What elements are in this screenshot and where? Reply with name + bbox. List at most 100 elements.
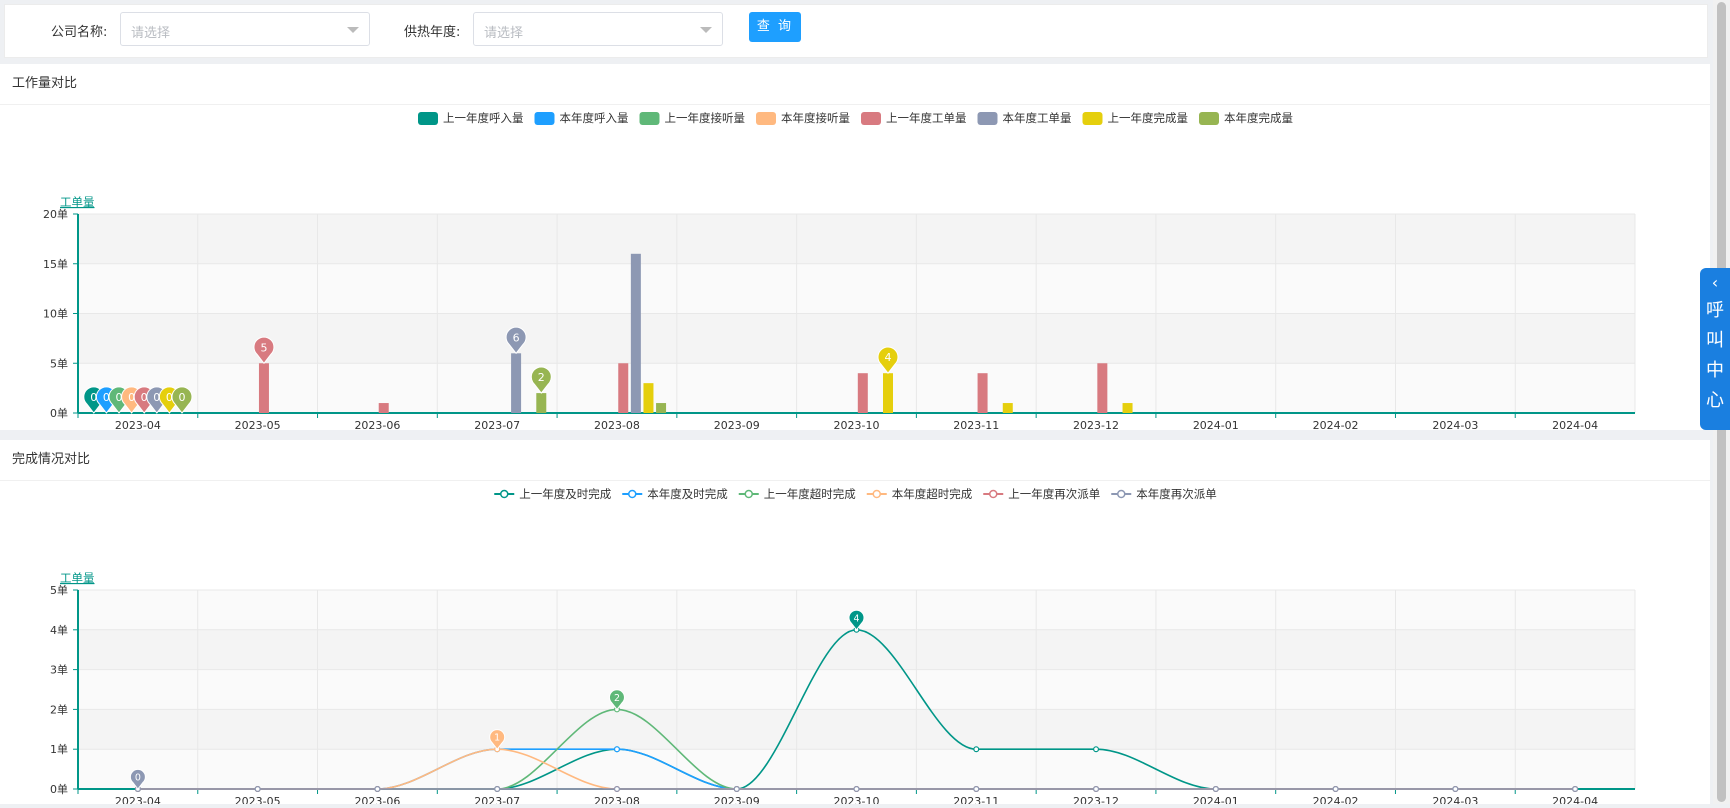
legend-label: 本年度呼入量 bbox=[560, 111, 629, 125]
data-label: 0 bbox=[178, 391, 185, 404]
y-tick-label: 10单 bbox=[43, 308, 68, 321]
x-tick-label: 2023-07 bbox=[474, 795, 520, 804]
y-tick-label: 4单 bbox=[50, 624, 68, 637]
chevron-down-icon bbox=[347, 27, 359, 33]
legend-label: 本年度再次派单 bbox=[1136, 487, 1217, 501]
year-placeholder: 请选择 bbox=[484, 26, 524, 41]
y-tick-label: 0单 bbox=[50, 783, 68, 796]
x-tick-label: 2023-09 bbox=[714, 795, 760, 804]
grid-band bbox=[78, 363, 1635, 413]
legend-label: 上一年度完成量 bbox=[1108, 111, 1189, 125]
bar bbox=[630, 253, 641, 413]
y-tick-label: 1单 bbox=[50, 743, 68, 756]
grid-band bbox=[78, 313, 1635, 364]
y-tick-label: 0单 bbox=[50, 407, 68, 420]
grid-band bbox=[78, 749, 1635, 789]
bar bbox=[1097, 363, 1108, 413]
x-tick-label: 2024-03 bbox=[1432, 795, 1478, 804]
legend-label: 本年度工单量 bbox=[1003, 111, 1072, 125]
legend-swatch bbox=[639, 112, 660, 125]
data-point bbox=[1212, 786, 1219, 793]
legend-marker bbox=[744, 489, 753, 499]
call-center-label: 呼 叫 中 心 bbox=[1706, 300, 1724, 411]
legend-label: 本年度超时完成 bbox=[892, 487, 973, 501]
legend-label: 上一年度工单量 bbox=[886, 111, 967, 125]
data-label: 2 bbox=[538, 371, 545, 384]
legend-swatch bbox=[756, 112, 776, 125]
y-tick-label: 2单 bbox=[50, 703, 68, 716]
completion-chart: 0单 1单 2单 3单 4单 5单工单量 2023-04 2023-05 2023-06 2023… bbox=[50, 487, 1636, 808]
legend-label: 上一年度接听量 bbox=[665, 111, 746, 125]
legend-marker bbox=[628, 489, 637, 499]
data-point bbox=[1332, 786, 1339, 793]
y-tick-label: 5单 bbox=[50, 584, 68, 597]
year-select[interactable]: 请选择 bbox=[473, 12, 723, 46]
data-label: 1 bbox=[494, 733, 500, 744]
x-tick-label: 2023-11 bbox=[953, 419, 999, 430]
bar bbox=[643, 383, 654, 413]
x-tick-label: 2024-03 bbox=[1432, 419, 1478, 430]
x-tick-label: 2024-02 bbox=[1313, 795, 1359, 804]
legend-label: 本年度完成量 bbox=[1224, 111, 1293, 125]
chevron-down-icon bbox=[700, 27, 712, 33]
bar bbox=[378, 403, 389, 413]
x-tick-label: 2023-06 bbox=[354, 795, 400, 804]
x-tick-label: 2023-08 bbox=[594, 419, 640, 430]
company-select[interactable]: 请选择 bbox=[120, 12, 370, 46]
x-tick-label: 2023-07 bbox=[474, 419, 520, 430]
bar bbox=[883, 373, 893, 413]
legend-swatch bbox=[534, 112, 555, 125]
x-tick-label: 2024-04 bbox=[1552, 795, 1598, 804]
y-tick-label: 20单 bbox=[43, 208, 68, 221]
legend-label: 本年度及时完成 bbox=[647, 487, 728, 501]
data-point bbox=[494, 786, 501, 793]
legend-swatch bbox=[1199, 112, 1219, 125]
y-tick-label: 3单 bbox=[50, 664, 68, 677]
x-tick-label: 2023-12 bbox=[1073, 795, 1119, 804]
data-point bbox=[613, 786, 620, 793]
grid-band bbox=[78, 669, 1635, 710]
legend-marker bbox=[989, 489, 998, 499]
legend-marker bbox=[1117, 489, 1126, 499]
y-tick-label: 5单 bbox=[50, 357, 68, 370]
x-tick-label: 2023-05 bbox=[235, 419, 281, 430]
legend-marker bbox=[500, 489, 509, 499]
legend-label: 上一年度再次派单 bbox=[1008, 487, 1100, 501]
legend-label: 本年度接听量 bbox=[781, 111, 850, 125]
grid-band bbox=[78, 629, 1635, 670]
data-point bbox=[853, 786, 860, 793]
data-point bbox=[1572, 786, 1579, 793]
call-center-tab[interactable]: ‹ 呼 叫 中 心 bbox=[1700, 268, 1730, 430]
x-tick-label: 2023-11 bbox=[953, 795, 999, 804]
company-label: 公司名称: bbox=[51, 25, 108, 40]
chevron-left-icon: ‹ bbox=[1711, 273, 1719, 292]
data-point bbox=[1093, 786, 1100, 793]
data-point bbox=[973, 786, 980, 793]
x-tick-label: 2023-10 bbox=[834, 419, 880, 430]
workload-chart: 0单5单10单15单20单工单量2023-04 2023-05 2023-06 202… bbox=[43, 111, 1636, 432]
bar bbox=[656, 403, 667, 413]
legend-label: 上一年度及时完成 bbox=[519, 487, 611, 501]
data-label: 2 bbox=[614, 693, 620, 704]
query-button[interactable]: 查 询 bbox=[749, 12, 801, 42]
bar bbox=[977, 373, 988, 413]
y-axis-label: 工单量 bbox=[60, 195, 95, 209]
bar bbox=[511, 353, 522, 413]
grid-band bbox=[78, 214, 1635, 264]
x-tick-label: 2024-02 bbox=[1313, 419, 1359, 430]
y-axis-label: 工单量 bbox=[60, 571, 95, 585]
y-tick-label: 15单 bbox=[43, 258, 68, 271]
completion-panel: 完成情况对比 0单 1单 2单 3单 4单 5单 工单量 2023-04 2023-05 2023… bbox=[0, 440, 1710, 808]
data-label: 6 bbox=[513, 331, 520, 344]
legend-swatch bbox=[1082, 112, 1103, 125]
legend-label: 上一年度超时完成 bbox=[764, 487, 856, 501]
year-label: 供热年度: bbox=[404, 25, 461, 40]
filter-bar: 公司名称: 请选择 供热年度: 请选择 查 询 bbox=[4, 4, 1708, 58]
data-label: 5 bbox=[260, 341, 267, 354]
data-point bbox=[733, 786, 740, 793]
x-tick-label: 2024-01 bbox=[1193, 795, 1239, 804]
data-point bbox=[1093, 746, 1100, 753]
x-tick-label: 2023-10 bbox=[834, 795, 880, 804]
x-tick-label: 2023-04 bbox=[115, 419, 161, 430]
data-point bbox=[254, 786, 261, 793]
